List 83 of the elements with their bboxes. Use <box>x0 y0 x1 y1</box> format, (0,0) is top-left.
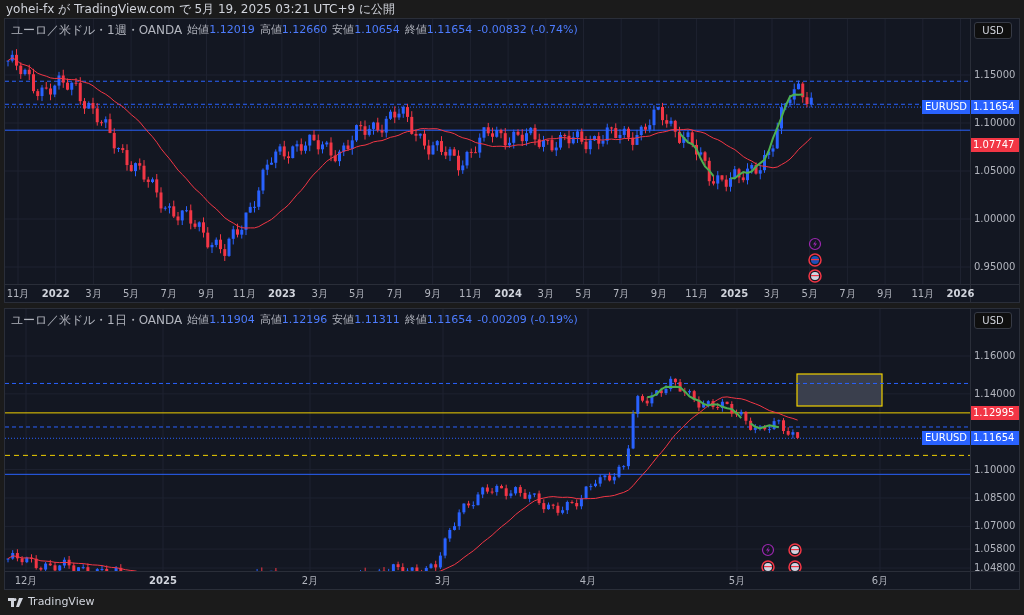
time-axis-label: 9月 <box>650 287 668 300</box>
time-axis-label: 11月 <box>459 287 482 300</box>
legend-value: 1.12660 <box>281 21 328 38</box>
time-axis-label: 2月 <box>301 574 319 587</box>
time-axis-label: 11月 <box>232 287 256 300</box>
time-axis-label: 5月 <box>349 287 366 300</box>
flag-event-icon[interactable] <box>788 560 802 571</box>
legend-label: 始値 <box>187 311 210 328</box>
time-axis-label: 4月 <box>579 574 597 587</box>
trend-line <box>678 132 715 178</box>
time-axis-label: 3月 <box>434 574 452 587</box>
trend-line <box>749 422 780 430</box>
time-axis-label: 2025 <box>720 287 749 300</box>
lightning-icon[interactable] <box>808 237 822 251</box>
time-axis-label: 6月 <box>871 574 889 587</box>
time-axis-label: 11月 <box>911 287 935 300</box>
price-axis-label: 1.04800 <box>974 562 1016 574</box>
legend-value: 1.11654 <box>426 21 473 38</box>
legend-value: 1.11654 <box>426 311 473 328</box>
legend-label: 安値 <box>332 21 355 38</box>
legend-value: 1.10654 <box>354 21 400 38</box>
price-axis-label: 1.08500 <box>974 491 1016 504</box>
time-axis-label: 11月 <box>6 287 30 300</box>
legend-value: 1.12019 <box>209 21 255 38</box>
flag-event-icon[interactable] <box>808 269 822 283</box>
price-axis-label: 1.00000 <box>974 213 1016 225</box>
time-axis-label: 2024 <box>494 287 522 300</box>
time-axis-label: 5月 <box>122 287 140 300</box>
legend-label: 終値 <box>404 311 427 328</box>
price-axis-label: 1.10000 <box>974 463 1016 476</box>
price-tag: 1.11654 <box>971 431 1019 446</box>
price-axis-label: 1.15000 <box>974 69 1016 81</box>
time-axis-label: 3月 <box>311 287 328 300</box>
time-axis-label: 2025 <box>149 574 177 587</box>
price-axis-label: 1.16000 <box>974 350 1016 362</box>
price-tag: 1.07747 <box>971 137 1019 152</box>
legend-change: -0.00209 (-0.19%) <box>477 311 578 328</box>
time-axis-label: 7月 <box>160 287 177 300</box>
legend-label: 安値 <box>332 311 355 328</box>
time-axis-label: 3月 <box>763 287 781 300</box>
time-axis-label: 3月 <box>537 287 554 300</box>
price-axis-label: 0.95000 <box>974 261 1016 273</box>
price-tag: 1.11654 <box>971 100 1019 115</box>
legend-value: 1.12196 <box>281 311 328 328</box>
time-axis-label: 2022 <box>41 287 70 300</box>
brand-name: TradingView <box>28 594 95 611</box>
price-axis-label: 1.10000 <box>974 117 1016 129</box>
time-axis-label: 5月 <box>728 574 746 587</box>
legend-value: 1.11311 <box>354 311 400 328</box>
symbol-title: ユーロ／米ドル・1週・OANDA <box>11 22 183 39</box>
legend-label: 始値 <box>187 21 210 38</box>
symbol-title: ユーロ／米ドル・1日・OANDA <box>11 312 183 329</box>
flag-event-icon[interactable] <box>788 543 802 557</box>
symbol-tag: EURUSD <box>922 431 970 446</box>
time-axis-label: 3月 <box>85 287 102 300</box>
flag-event-icon[interactable] <box>761 560 775 571</box>
time-axis-label: 7月 <box>839 287 856 300</box>
time-axis-label: 7月 <box>613 287 630 300</box>
symbol-tag: EURUSD <box>922 100 970 115</box>
price-axis-label: 1.14000 <box>974 387 1016 400</box>
price-tag: 1.12995 <box>971 405 1019 420</box>
legend-label: 高値 <box>259 21 282 38</box>
price-axis-label: 1.05000 <box>974 165 1016 177</box>
time-axis-label: 5月 <box>801 287 818 300</box>
price-axis-label: 1.07000 <box>974 520 1016 533</box>
price-axis-label: 1.05800 <box>974 543 1016 556</box>
legend-value: 1.11904 <box>209 311 255 328</box>
legend-label: 高値 <box>259 311 282 328</box>
currency-button[interactable]: USD <box>974 22 1012 39</box>
time-axis-label: 12月 <box>14 574 38 587</box>
time-axis-label: 9月 <box>198 287 215 300</box>
time-axis-label: 5月 <box>575 287 592 300</box>
currency-button[interactable]: USD <box>974 312 1012 329</box>
time-axis-label: 9月 <box>424 287 441 300</box>
time-axis-label: 2026 <box>946 287 975 300</box>
time-axis-label: 9月 <box>876 287 894 300</box>
time-axis-label: 2023 <box>267 287 296 300</box>
logo-icon <box>8 598 24 607</box>
publish-info: yohei-fx が TradingView.com で 5月 19, 2025 03:21 UTC+9 に公開 <box>6 1 395 18</box>
legend-label: 終値 <box>404 21 427 38</box>
time-axis-label: 7月 <box>386 287 404 300</box>
legend-change: -0.00832 (-0.74%) <box>477 21 578 38</box>
time-axis-label: 11月 <box>685 287 708 300</box>
